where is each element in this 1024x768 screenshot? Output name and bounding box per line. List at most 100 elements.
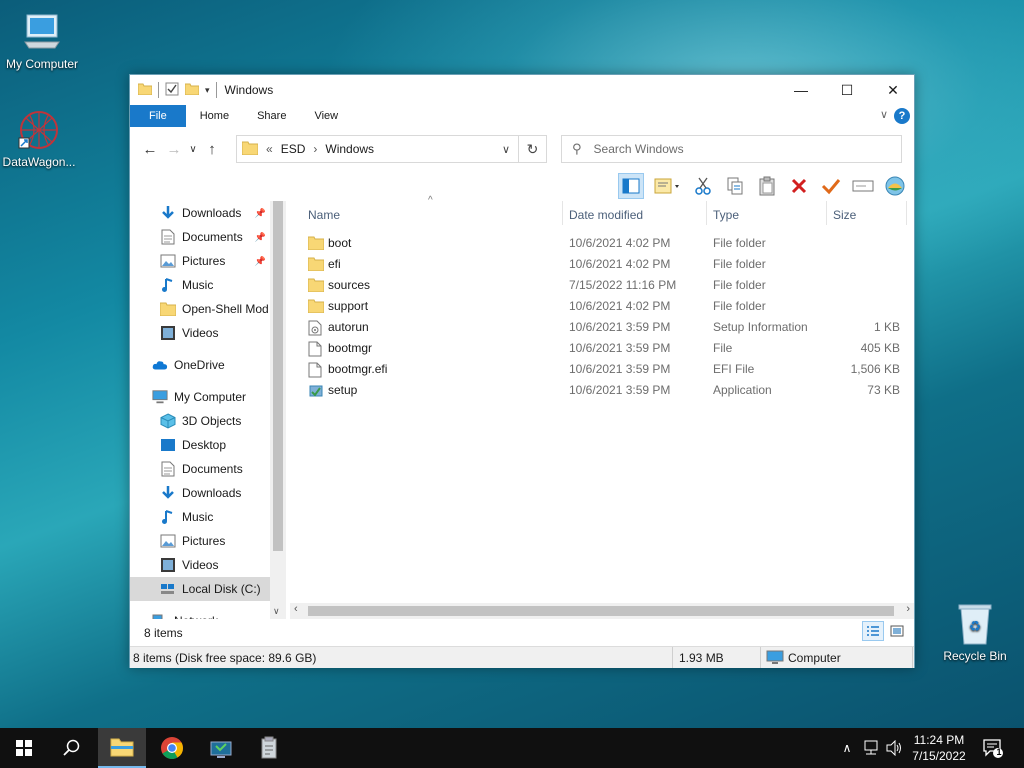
nav-scrollbar[interactable]: ∨ [270, 201, 286, 619]
show-hidden-icons-button[interactable]: ∧ [838, 728, 856, 768]
close-button[interactable]: ✕ [870, 75, 916, 105]
delete-icon[interactable] [786, 173, 812, 199]
navigation-pane-icon[interactable] [618, 173, 644, 199]
nav-item-open-shell-mod[interactable]: Open-Shell Mod [130, 297, 270, 321]
nav-item-onedrive[interactable]: OneDrive [130, 353, 270, 377]
file-type: File folder [713, 278, 766, 292]
tab-home[interactable]: Home [186, 105, 243, 127]
file-row[interactable]: sources 7/15/2022 11:16 PM File folder [300, 275, 900, 296]
column-size[interactable]: Size [833, 205, 856, 225]
maximize-button[interactable]: ☐ [824, 75, 870, 105]
nav-item-3d-objects[interactable]: 3D Objects [130, 409, 270, 433]
column-type[interactable]: Type [713, 205, 739, 225]
tab-share[interactable]: Share [243, 105, 300, 127]
layout-icon[interactable] [650, 173, 684, 199]
nav-item-local-disk-c[interactable]: Local Disk (C:) [130, 577, 270, 601]
desktop-icon-datawagon[interactable]: DataWagon... [0, 108, 81, 169]
nav-item-pictures[interactable]: Pictures [130, 529, 270, 553]
breadcrumb-windows[interactable]: Windows [325, 142, 374, 156]
file-row[interactable]: boot 10/6/2021 4:02 PM File folder [300, 233, 900, 254]
column-date-modified[interactable]: Date modified [569, 205, 643, 225]
start-button[interactable] [0, 728, 48, 768]
breadcrumb-esd[interactable]: ESD [281, 142, 306, 156]
minimize-button[interactable]: — [778, 75, 824, 105]
scroll-right-icon[interactable]: › [906, 603, 910, 615]
file-size: 1 KB [873, 320, 900, 334]
nav-item-pictures[interactable]: Pictures 📌 [130, 249, 270, 273]
copy-icon[interactable] [722, 173, 748, 199]
back-button[interactable]: ← [138, 141, 162, 158]
desktop-icon-recycle-bin[interactable]: ♻ Recycle Bin [933, 602, 1017, 663]
properties-icon[interactable] [165, 82, 179, 99]
address-overflow[interactable]: « [266, 142, 273, 156]
address-bar[interactable]: « ESD › Windows ∨ [236, 135, 519, 163]
nav-item-label: Videos [182, 326, 219, 340]
up-button[interactable]: ↑ [200, 141, 224, 158]
desktop-icon-my-computer[interactable]: My Computer [0, 10, 84, 71]
nav-item-network[interactable]: Network [130, 609, 270, 619]
file-row[interactable]: bootmgr.efi 10/6/2021 3:59 PM EFI File 1,50… [300, 359, 900, 380]
nav-item-videos[interactable]: Videos [130, 553, 270, 577]
rename-icon[interactable] [850, 173, 876, 199]
videos-icon [160, 325, 176, 341]
address-dropdown-icon[interactable]: ∨ [502, 143, 510, 156]
help-button[interactable]: ? [894, 108, 910, 124]
scroll-left-icon[interactable]: ‹ [294, 603, 298, 615]
monitor-app-icon [210, 741, 232, 758]
properties-check-icon[interactable] [818, 173, 844, 199]
new-folder-icon[interactable] [184, 83, 200, 98]
open-shell-icon[interactable] [882, 173, 908, 199]
taskbar-chrome[interactable] [148, 728, 196, 768]
nav-item-documents[interactable]: Documents [130, 457, 270, 481]
folder-icon [241, 141, 259, 158]
nav-item-downloads[interactable]: Downloads 📌 [130, 201, 270, 225]
expand-ribbon-icon[interactable]: ∨ [880, 108, 888, 121]
large-icons-view-icon[interactable] [886, 621, 908, 641]
search-button[interactable] [48, 728, 96, 768]
tab-file[interactable]: File [130, 105, 186, 127]
nav-scrollbar-thumb[interactable] [273, 201, 283, 551]
forward-button[interactable]: → [162, 141, 186, 158]
file-row[interactable]: autorun 10/6/2021 3:59 PM Setup Informatio… [300, 317, 900, 338]
customize-qat-icon[interactable]: ▾ [205, 85, 210, 96]
details-view-icon[interactable] [862, 621, 884, 641]
file-date: 7/15/2022 11:16 PM [569, 278, 677, 292]
file-row[interactable]: bootmgr 10/6/2021 3:59 PM File 405 KB [300, 338, 900, 359]
taskbar-installer[interactable] [245, 728, 293, 768]
search-input[interactable]: ⚲ Search Windows [561, 135, 902, 163]
ribbon-tabs: File Home Share View ∨ ? [130, 105, 914, 127]
column-divider[interactable] [706, 201, 707, 225]
column-name[interactable]: Name [308, 205, 340, 225]
content-area: Downloads 📌 Documents 📌 Pictures 📌 Music Open-S… [130, 195, 914, 619]
nav-item-documents[interactable]: Documents 📌 [130, 225, 270, 249]
nav-item-downloads[interactable]: Downloads [130, 481, 270, 505]
file-row[interactable]: efi 10/6/2021 4:02 PM File folder [300, 254, 900, 275]
nav-item-music[interactable]: Music [130, 273, 270, 297]
horizontal-scrollbar-thumb[interactable] [308, 606, 894, 616]
file-row[interactable]: setup 10/6/2021 3:59 PM Application 73 KB [300, 380, 900, 401]
tab-view[interactable]: View [300, 105, 352, 127]
refresh-button[interactable]: ↻ [519, 135, 547, 163]
scroll-down-icon[interactable]: ∨ [273, 606, 280, 617]
action-center-button[interactable]: 1 [980, 728, 1006, 768]
nav-item-label: Documents [182, 462, 243, 476]
recent-locations-button[interactable]: ∨ [186, 144, 200, 155]
column-divider[interactable] [562, 201, 563, 225]
taskbar-file-explorer[interactable] [98, 728, 146, 768]
file-row[interactable]: support 10/6/2021 4:02 PM File folder [300, 296, 900, 317]
horizontal-scrollbar[interactable]: ‹ › [290, 603, 914, 619]
column-divider[interactable] [826, 201, 827, 225]
column-divider[interactable] [906, 201, 907, 225]
nav-item-my-computer[interactable]: My Computer [130, 385, 270, 409]
cut-icon[interactable] [690, 173, 716, 199]
taskbar-clock[interactable]: 11:24 PM 7/15/2022 [900, 732, 978, 764]
nav-item-music[interactable]: Music [130, 505, 270, 529]
title-bar[interactable]: ▾ Windows — ☐ ✕ [130, 75, 914, 105]
search-icon [63, 739, 80, 756]
folder-icon [137, 83, 153, 98]
network-tray-icon[interactable] [860, 728, 882, 768]
taskbar-app[interactable] [197, 728, 245, 768]
paste-icon[interactable] [754, 173, 780, 199]
nav-item-desktop[interactable]: Desktop [130, 433, 270, 457]
nav-item-videos[interactable]: Videos [130, 321, 270, 345]
